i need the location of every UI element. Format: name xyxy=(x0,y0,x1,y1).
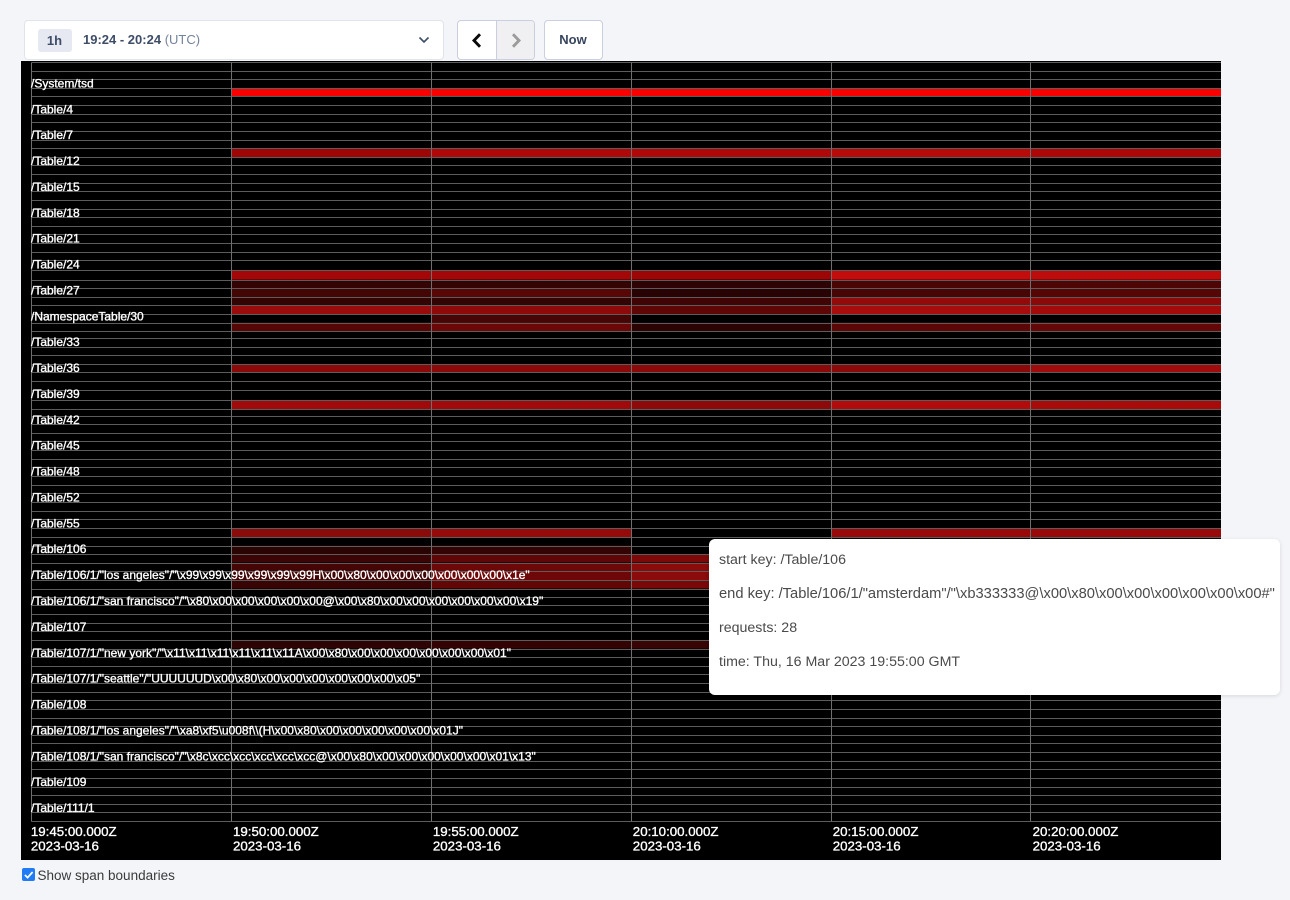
svg-text:/Table/27: /Table/27 xyxy=(31,283,80,297)
svg-text:/Table/108: /Table/108 xyxy=(31,698,87,712)
svg-text:/Table/106: /Table/106 xyxy=(31,542,87,556)
svg-text:/Table/33: /Table/33 xyxy=(31,335,80,349)
svg-text:/Table/12: /Table/12 xyxy=(31,154,80,168)
svg-text:/Table/21: /Table/21 xyxy=(31,232,80,246)
svg-text:/Table/109: /Table/109 xyxy=(31,775,87,789)
svg-text:/NamespaceTable/30: /NamespaceTable/30 xyxy=(31,309,144,323)
svg-text:19:50:00.000Z: 19:50:00.000Z xyxy=(233,824,319,839)
svg-text:2023-03-16: 2023-03-16 xyxy=(233,839,301,854)
svg-text:20:20:00.000Z: 20:20:00.000Z xyxy=(1033,824,1119,839)
svg-text:/Table/106/1/"san francisco"/": /Table/106/1/"san francisco"/"\x80\x00\x… xyxy=(31,594,543,608)
svg-text:2023-03-16: 2023-03-16 xyxy=(433,839,501,854)
svg-text:2023-03-16: 2023-03-16 xyxy=(633,839,701,854)
svg-text:/Table/107/1/"seattle"/"UUUUUU: /Table/107/1/"seattle"/"UUUUUUD\x00\x80\… xyxy=(31,672,420,686)
svg-text:/Table/45: /Table/45 xyxy=(31,439,80,453)
svg-text:/Table/106/1/"los angeles"/"\x: /Table/106/1/"los angeles"/"\x99\x99\x99… xyxy=(31,568,530,582)
svg-text:/Table/36: /Table/36 xyxy=(31,361,80,375)
svg-text:19:55:00.000Z: 19:55:00.000Z xyxy=(433,824,519,839)
svg-text:/System/tsd: /System/tsd xyxy=(31,76,94,90)
svg-text:/Table/42: /Table/42 xyxy=(31,413,80,427)
svg-text:/Table/108/1/"san francisco"/": /Table/108/1/"san francisco"/"\x8c\xcc\x… xyxy=(31,749,536,763)
svg-text:2023-03-16: 2023-03-16 xyxy=(1033,839,1101,854)
svg-text:/Table/52: /Table/52 xyxy=(31,491,80,505)
svg-text:20:10:00.000Z: 20:10:00.000Z xyxy=(633,824,719,839)
svg-text:/Table/24: /Table/24 xyxy=(31,258,80,272)
svg-text:/Table/55: /Table/55 xyxy=(31,516,80,530)
svg-text:/Table/111/1: /Table/111/1 xyxy=(31,801,95,815)
svg-text:/Table/4: /Table/4 xyxy=(31,102,73,116)
svg-text:/Table/107/1/"new york"/"\x11\: /Table/107/1/"new york"/"\x11\x11\x11\x1… xyxy=(31,646,511,660)
svg-text:2023-03-16: 2023-03-16 xyxy=(31,839,99,854)
svg-text:/Table/39: /Table/39 xyxy=(31,387,80,401)
svg-text:/Table/107: /Table/107 xyxy=(31,620,87,634)
svg-text:/Table/7: /Table/7 xyxy=(31,128,73,142)
svg-text:2023-03-16: 2023-03-16 xyxy=(833,839,901,854)
svg-text:/Table/108/1/"los angeles"/"\x: /Table/108/1/"los angeles"/"\xa8\xf5\u00… xyxy=(31,723,463,737)
svg-text:19:45:00.000Z: 19:45:00.000Z xyxy=(31,824,117,839)
svg-text:/Table/15: /Table/15 xyxy=(31,180,80,194)
svg-text:20:15:00.000Z: 20:15:00.000Z xyxy=(833,824,919,839)
svg-text:/Table/18: /Table/18 xyxy=(31,206,80,220)
svg-text:/Table/48: /Table/48 xyxy=(31,465,80,479)
